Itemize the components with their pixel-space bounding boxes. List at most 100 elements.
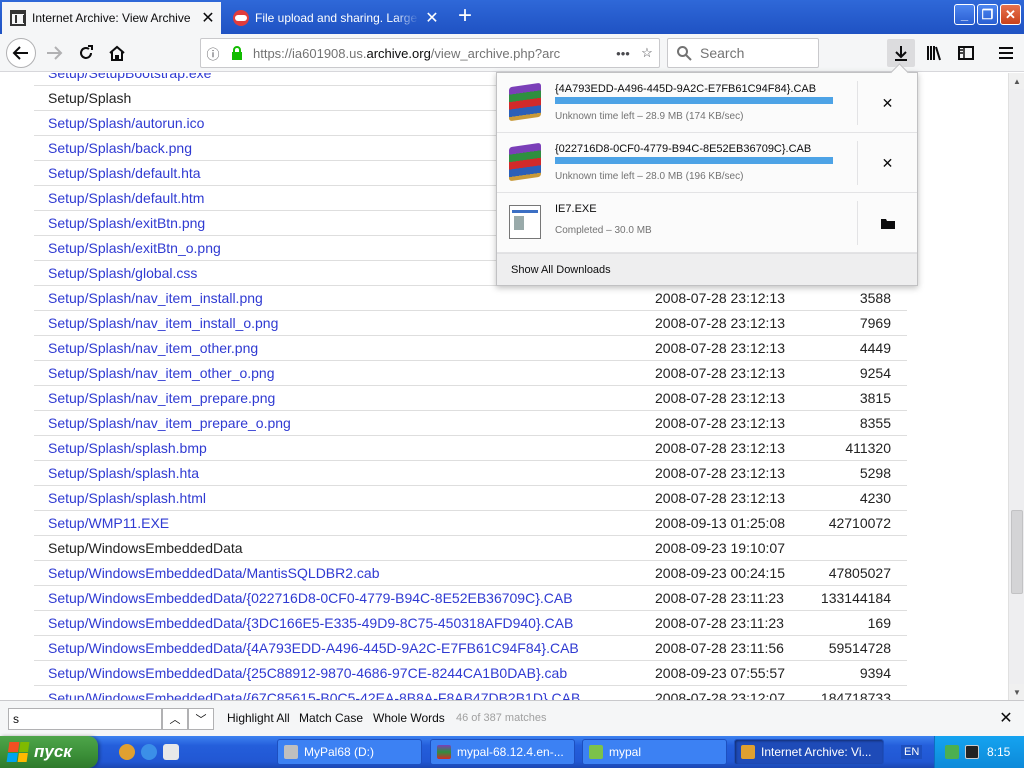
highlight-all-toggle[interactable]: Highlight All (227, 711, 290, 725)
file-link[interactable]: Setup/WindowsEmbeddedData/{25C88912-9870… (34, 665, 641, 681)
taskbar-button-internet-archive[interactable]: Internet Archive: Vi... (734, 739, 884, 765)
file-size: 42710072 (828, 515, 891, 531)
url-bar[interactable]: ⓘ https://ia601908.us.archive.org/view_a… (200, 38, 660, 68)
file-link[interactable]: Setup/WindowsEmbeddedData/{022716D8-0CF0… (34, 590, 641, 606)
quicklaunch-ie-icon[interactable] (141, 744, 157, 760)
file-link[interactable]: Setup/Splash/splash.hta (34, 465, 641, 481)
tab-file-upload[interactable]: File upload and sharing. Large file t ✕ (225, 2, 445, 34)
open-containing-folder-button[interactable] (857, 201, 917, 245)
scroll-down-arrow-icon[interactable]: ▼ (1009, 684, 1024, 700)
find-input[interactable]: s (8, 708, 162, 730)
tab-close-icon[interactable]: ✕ (195, 8, 221, 28)
hamburger-menu-button[interactable] (992, 39, 1020, 67)
forward-button[interactable] (40, 39, 68, 67)
find-previous-button[interactable]: ︿ (162, 708, 188, 730)
file-link[interactable]: Setup/WindowsEmbeddedData/{4A793EDD-A496… (34, 640, 641, 656)
archive-favicon-icon (10, 10, 26, 26)
page-actions-icon[interactable]: ••• (611, 41, 635, 65)
file-link[interactable]: Setup/Splash/nav_item_install.png (34, 290, 641, 306)
cancel-download-button[interactable]: ✕ (857, 81, 917, 125)
drive-icon (284, 745, 298, 759)
back-button[interactable] (6, 38, 36, 68)
url-text: https://ia601908.us.archive.org/view_arc… (253, 46, 611, 61)
reload-button[interactable] (72, 39, 100, 67)
url-prefix: https://ia601908.us. (253, 45, 367, 61)
file-link[interactable]: Setup/Splash/nav_item_other.png (34, 340, 641, 356)
network-tray-icon[interactable] (945, 745, 959, 759)
find-next-button[interactable]: ﹀ (188, 708, 214, 730)
download-status: Unknown time left – 28.0 MB (196 KB/sec) (555, 171, 744, 182)
upload-favicon-icon (233, 10, 249, 26)
download-progress-bar (555, 157, 833, 164)
exe-file-icon (509, 205, 541, 239)
lock-icon[interactable] (225, 41, 249, 65)
tab-title: File upload and sharing. Large file t (255, 11, 419, 25)
search-bar[interactable]: Search (667, 38, 819, 68)
file-link[interactable]: Setup/Splash/splash.bmp (34, 440, 641, 456)
start-button[interactable]: пуск (0, 736, 98, 768)
home-button[interactable] (103, 39, 131, 67)
window-minimize-icon[interactable]: _ (954, 4, 975, 25)
whole-words-toggle[interactable]: Whole Words (373, 711, 445, 725)
file-size: 133144184 (820, 590, 891, 606)
modified-date: 2008-07-28 23:12:13 (655, 315, 785, 331)
show-all-downloads-button[interactable]: Show All Downloads (497, 253, 917, 285)
window-restore-icon[interactable]: ❐ (977, 4, 998, 25)
bookmark-star-icon[interactable]: ☆ (635, 41, 659, 65)
rar-archive-icon (509, 142, 541, 182)
file-link[interactable]: Setup/Splash/nav_item_other_o.png (34, 365, 641, 381)
new-tab-plus-icon[interactable]: + (452, 4, 478, 30)
window-close-icon[interactable]: ✕ (1000, 4, 1021, 25)
file-link[interactable]: Setup/Splash/nav_item_prepare.png (34, 390, 641, 406)
scroll-up-arrow-icon[interactable]: ▲ (1009, 73, 1024, 89)
sidebar-button[interactable] (952, 39, 980, 67)
table-row: Setup/Splash/nav_item_prepare_o.png 2008-… (34, 411, 907, 436)
sidebar-icon (958, 46, 974, 60)
file-size: 169 (867, 615, 891, 631)
browser-app-icon (741, 745, 755, 759)
quicklaunch-media-icon[interactable] (163, 744, 179, 760)
scrollbar-thumb[interactable] (1011, 510, 1023, 594)
quicklaunch-firefox-icon[interactable] (119, 744, 135, 760)
download-item[interactable]: IE7.EXE Completed – 30.0 MB (497, 193, 917, 253)
file-link[interactable]: Setup/WindowsEmbeddedData/{3DC166E5-E335… (34, 615, 641, 631)
tab-bar: Internet Archive: View Archive ✕ File up… (0, 0, 1024, 34)
file-link[interactable]: Setup/WindowsEmbeddedData/MantisSQLDBR2.… (34, 565, 641, 581)
taskbar-button-mypal-folder[interactable]: mypal (582, 739, 727, 765)
taskbar-button-mypal68-drive[interactable]: MyPal68 (D:) (277, 739, 422, 765)
language-indicator[interactable]: EN (901, 745, 923, 759)
file-size: 3588 (859, 290, 891, 306)
downloads-button[interactable] (887, 39, 915, 67)
download-item[interactable]: {4A793EDD-A496-445D-9A2C-E7FB61C94F84}.C… (497, 73, 917, 133)
file-link[interactable]: Setup/Splash/splash.html (34, 490, 641, 506)
system-clock: 8:15 (987, 745, 1011, 759)
modified-date: 2008-09-23 07:55:57 (655, 665, 785, 681)
table-row: Setup/WindowsEmbeddedData 2008-09-23 19:1… (34, 536, 907, 561)
download-arrow-icon (895, 46, 907, 61)
modified-date: 2008-07-28 23:12:13 (655, 440, 785, 456)
task-label: MyPal68 (D:) (304, 745, 375, 759)
modified-date: 2008-09-23 00:24:15 (655, 565, 785, 581)
downloads-panel: {4A793EDD-A496-445D-9A2C-E7FB61C94F84}.C… (496, 72, 918, 286)
find-close-icon[interactable]: ✕ (996, 709, 1016, 729)
match-case-toggle[interactable]: Match Case (299, 711, 363, 725)
cancel-download-button[interactable]: ✕ (857, 141, 917, 185)
file-link[interactable]: Setup/Splash/nav_item_install_o.png (34, 315, 641, 331)
tab-close-icon[interactable]: ✕ (419, 8, 445, 28)
file-link[interactable]: Setup/Splash/nav_item_prepare_o.png (34, 415, 641, 431)
file-link[interactable]: Setup/WindowsEmbeddedData/{67C85615-B0C5… (34, 690, 641, 700)
library-button[interactable] (920, 39, 948, 67)
monitor-tray-icon[interactable] (965, 745, 979, 759)
chevron-down-icon: ﹀ (195, 714, 207, 726)
table-row: Setup/Splash/splash.html 2008-07-28 23:12… (34, 486, 907, 511)
taskbar-button-mypal-archive[interactable]: mypal-68.12.4.en-... (430, 739, 575, 765)
vertical-scrollbar[interactable]: ▲ ▼ (1008, 73, 1024, 700)
file-size: 5298 (859, 465, 891, 481)
task-label: mypal (609, 745, 642, 759)
folder-icon (880, 219, 895, 229)
table-row: Setup/WindowsEmbeddedData/{022716D8-0CF0… (34, 586, 907, 611)
tab-internet-archive[interactable]: Internet Archive: View Archive ✕ (2, 2, 221, 34)
download-item[interactable]: {022716D8-0CF0-4779-B94C-8E52EB36709C}.C… (497, 133, 917, 193)
file-link[interactable]: Setup/WMP11.EXE (34, 515, 641, 531)
site-info-icon[interactable]: ⓘ (201, 41, 225, 65)
